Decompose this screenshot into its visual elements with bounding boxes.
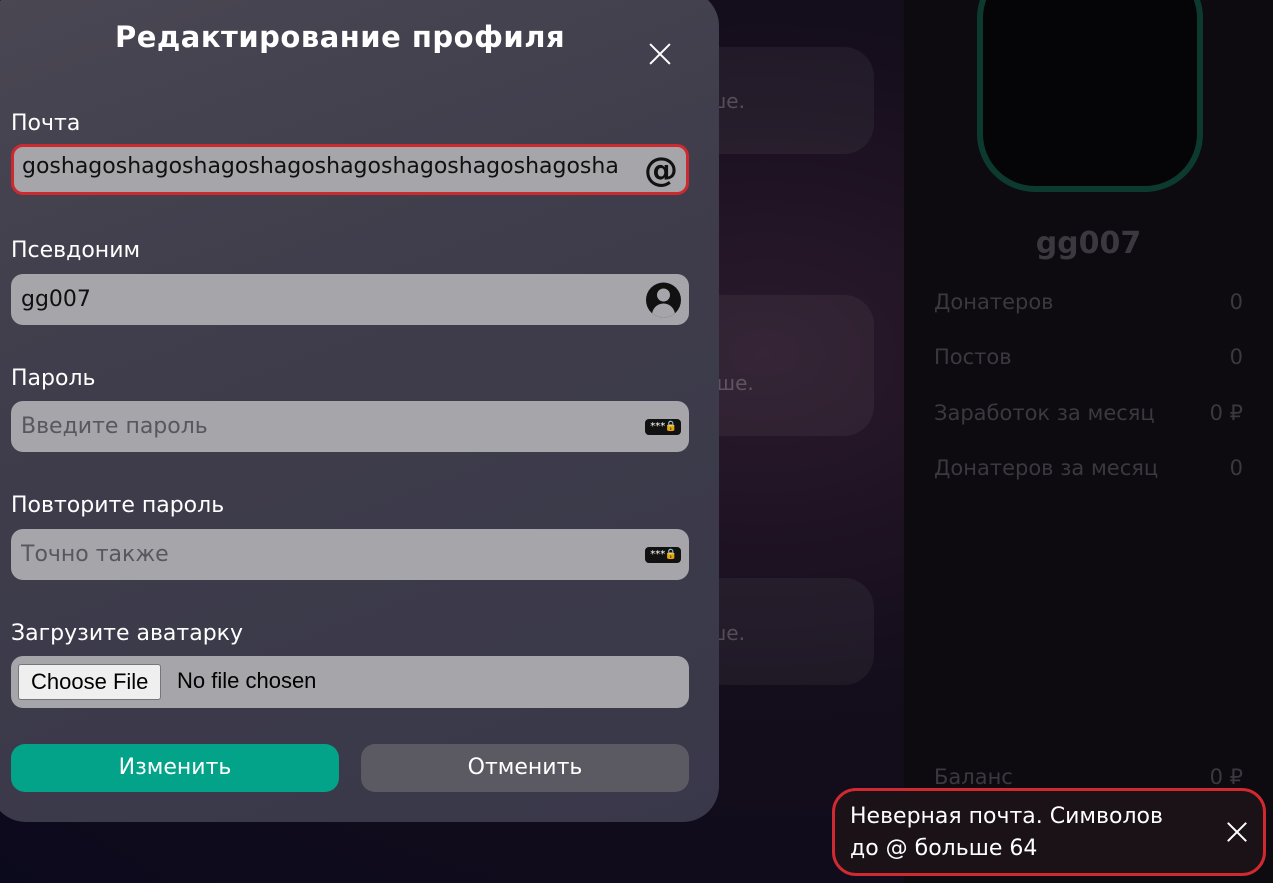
choose-file-button[interactable]: Choose File bbox=[18, 664, 162, 700]
stat-value: 0 ₽ bbox=[1209, 401, 1243, 425]
password-label: Пароль bbox=[11, 366, 96, 391]
password-input[interactable] bbox=[21, 401, 631, 452]
email-label: Почта bbox=[11, 111, 81, 136]
close-icon[interactable] bbox=[648, 42, 672, 66]
balance-row: Баланс 0 ₽ bbox=[934, 765, 1243, 789]
modal-title: Редактирование профиля bbox=[114, 20, 566, 54]
profile-name: gg007 bbox=[1035, 226, 1142, 261]
email-field: @ bbox=[11, 144, 689, 195]
stat-row: Донатеров 0 bbox=[934, 290, 1243, 314]
password-field: ***🔒 bbox=[11, 401, 689, 452]
submit-button[interactable]: Изменить bbox=[11, 744, 339, 792]
stat-value: 0 bbox=[1229, 345, 1243, 369]
stat-row: Донатеров за месяц 0 bbox=[934, 456, 1243, 480]
password-icon: ***🔒 bbox=[645, 418, 681, 435]
toast-message: Неверная почта. Символов до @ больше 64 bbox=[850, 804, 1163, 861]
nickname-input[interactable] bbox=[21, 274, 631, 325]
nickname-label: Псевдоним bbox=[11, 238, 141, 263]
file-status: No file chosen bbox=[177, 668, 317, 693]
email-input[interactable] bbox=[22, 144, 632, 189]
close-icon[interactable] bbox=[1227, 822, 1247, 842]
stat-label: Заработок за месяц bbox=[934, 401, 1155, 425]
balance-value: 0 ₽ bbox=[1209, 765, 1243, 789]
stat-row: Заработок за месяц 0 ₽ bbox=[934, 401, 1243, 425]
repeat-password-label: Повторите пароль bbox=[11, 493, 225, 518]
stat-label: Постов bbox=[934, 345, 1012, 369]
cancel-button[interactable]: Отменить bbox=[361, 744, 689, 792]
avatar bbox=[977, 0, 1203, 192]
user-icon bbox=[646, 282, 681, 317]
stat-value: 0 bbox=[1229, 456, 1243, 480]
profile-sidepanel: gg007 Донатеров 0 Постов 0 Заработок за … bbox=[904, 0, 1273, 883]
at-icon: @ bbox=[644, 149, 678, 190]
repeat-password-input[interactable] bbox=[21, 529, 631, 580]
stat-row: Постов 0 bbox=[934, 345, 1243, 369]
edit-profile-modal: Редактирование профиля Почта @ Псевдоним… bbox=[0, 0, 719, 822]
balance-label: Баланс bbox=[934, 765, 1013, 789]
repeat-password-field: ***🔒 bbox=[11, 529, 689, 580]
avatar-upload-label: Загрузите аватарку bbox=[11, 621, 243, 646]
error-toast: Неверная почта. Символов до @ больше 64 bbox=[832, 788, 1266, 876]
stat-label: Донатеров за месяц bbox=[934, 456, 1159, 480]
stat-value: 0 bbox=[1229, 290, 1243, 314]
avatar-upload-field: Choose File No file chosen bbox=[11, 656, 689, 708]
stat-label: Донатеров bbox=[934, 290, 1054, 314]
nickname-field bbox=[11, 274, 689, 325]
password-icon: ***🔒 bbox=[645, 546, 681, 563]
